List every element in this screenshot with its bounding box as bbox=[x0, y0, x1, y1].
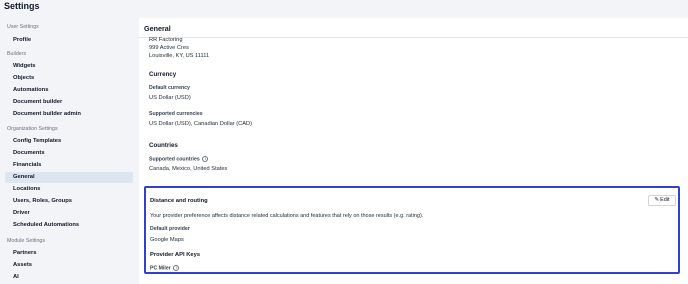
sidebar-section-builders: Builders bbox=[7, 51, 27, 57]
sidebar-item-assets[interactable]: Assets bbox=[5, 260, 133, 271]
sidebar-item-documents[interactable]: Documents bbox=[5, 148, 133, 159]
provider-api-keys-heading: Provider API Keys bbox=[150, 252, 201, 258]
default-currency-value: US Dollar (USD) bbox=[149, 95, 191, 101]
sidebar-section-module-settings: Module Settings bbox=[7, 238, 45, 244]
sidebar-item-driver[interactable]: Driver bbox=[5, 208, 133, 219]
sidebar-section-user-settings: User Settings bbox=[7, 24, 39, 30]
settings-sidebar: User Settings Profile Builders Widgets O… bbox=[0, 18, 136, 284]
sidebar-item-profile[interactable]: Profile bbox=[5, 35, 133, 46]
sidebar-item-partners[interactable]: Partners bbox=[5, 248, 133, 259]
sidebar-item-document-builder[interactable]: Document builder bbox=[5, 97, 133, 108]
pc-miler-label: PC Miler i bbox=[150, 265, 180, 272]
header-divider bbox=[139, 37, 688, 38]
info-icon[interactable]: i bbox=[202, 156, 209, 162]
info-icon[interactable]: i bbox=[173, 265, 180, 271]
sidebar-item-ai[interactable]: AI bbox=[5, 272, 133, 283]
sidebar-item-general[interactable]: General bbox=[5, 172, 133, 183]
edit-button-label: Edit bbox=[660, 197, 670, 203]
sidebar-item-locations[interactable]: Locations bbox=[5, 184, 133, 195]
edit-button[interactable]: ✎Edit bbox=[648, 195, 676, 206]
supported-currencies-value: US Dollar (USD), Canadian Dollar (CAD) bbox=[149, 121, 253, 127]
sidebar-item-objects[interactable]: Objects bbox=[5, 73, 133, 84]
supported-countries-value: Canada, Mexico, United States bbox=[149, 166, 228, 172]
address-line-2: 999 Active Cres bbox=[149, 45, 189, 51]
routing-description: Your provider preference affects distanc… bbox=[150, 213, 424, 219]
sidebar-item-scheduled-automations[interactable]: Scheduled Automations bbox=[5, 220, 133, 231]
currency-heading: Currency bbox=[149, 71, 177, 78]
sidebar-item-automations[interactable]: Automations bbox=[5, 85, 133, 96]
distance-routing-title: Distance and routing bbox=[150, 198, 208, 204]
default-provider-label: Default provider bbox=[150, 226, 190, 232]
page-title: Settings bbox=[4, 1, 40, 11]
default-currency-label: Default currency bbox=[149, 85, 190, 91]
pc-miler-label-text: PC Miler bbox=[150, 265, 171, 272]
sidebar-item-widgets[interactable]: Widgets bbox=[5, 61, 133, 72]
default-provider-value: Google Maps bbox=[150, 237, 184, 243]
sidebar-section-organization-settings: Organization Settings bbox=[7, 126, 58, 132]
address-line-3: Louisville, KY, US 11111 bbox=[149, 53, 210, 59]
distance-routing-panel: Distance and routing ✎Edit Your provider… bbox=[144, 186, 680, 274]
pencil-icon: ✎ bbox=[654, 197, 660, 203]
countries-heading: Countries bbox=[149, 142, 178, 149]
supported-countries-label: Supported countries i bbox=[149, 156, 209, 163]
supported-currencies-label: Supported currencies bbox=[149, 111, 203, 117]
sidebar-item-config-templates[interactable]: Config Templates bbox=[5, 136, 133, 147]
sidebar-item-financials[interactable]: Financials bbox=[5, 160, 133, 171]
sidebar-item-users-roles-groups[interactable]: Users, Roles, Groups bbox=[5, 196, 133, 207]
supported-countries-label-text: Supported countries bbox=[149, 156, 200, 163]
section-title: General bbox=[144, 24, 171, 33]
address-line-1: RR Factoring bbox=[149, 37, 183, 43]
sidebar-item-document-builder-admin[interactable]: Document builder admin bbox=[5, 109, 133, 120]
